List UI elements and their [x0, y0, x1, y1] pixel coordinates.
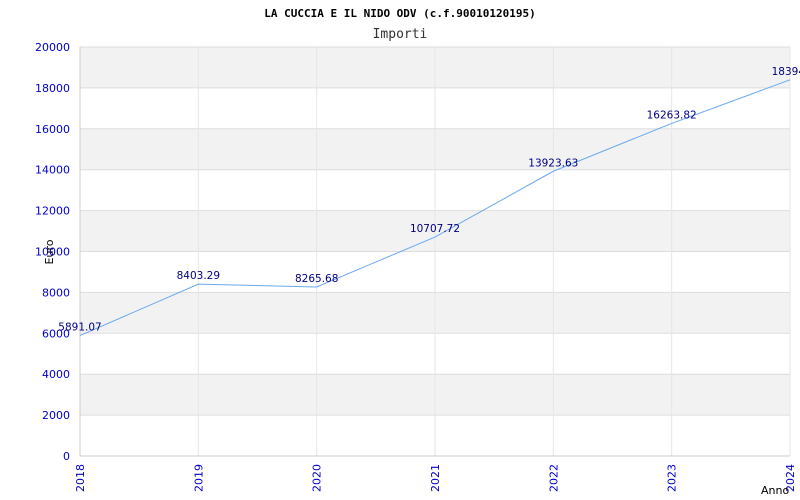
data-label: 5891.07 — [58, 322, 101, 334]
data-label: 13923.63 — [528, 157, 578, 169]
y-tick-label: 2000 — [42, 409, 70, 422]
y-tick-label: 16000 — [35, 123, 70, 136]
data-label: 16263.82 — [647, 109, 697, 121]
x-tick-labels: 2018 2019 2020 2021 2022 2023 2024 — [74, 464, 797, 492]
data-label: 8403.29 — [177, 270, 220, 282]
x-tick-label: 2023 — [666, 464, 679, 492]
y-tick-label: 0 — [63, 450, 70, 463]
line-chart: 0200040006000800010000120001400016000180… — [35, 7, 800, 497]
x-tick-label: 2019 — [192, 464, 205, 492]
x-tick-label: 2022 — [547, 464, 560, 492]
y-axis-label: Euro — [43, 239, 56, 264]
y-tick-label: 14000 — [35, 164, 70, 177]
data-label: 10707.72 — [410, 223, 460, 235]
x-tick-label: 2020 — [311, 464, 324, 492]
y-tick-label: 12000 — [35, 205, 70, 218]
y-tick-label: 4000 — [42, 368, 70, 381]
y-tick-label: 18000 — [35, 82, 70, 95]
y-tick-label: 8000 — [42, 286, 70, 299]
x-tick-label: 2018 — [74, 464, 87, 492]
chart-subtitle: Importi — [373, 27, 428, 42]
data-label: 18394. — [772, 66, 800, 78]
x-tick-label: 2021 — [429, 464, 442, 492]
y-tick-label: 20000 — [35, 41, 70, 54]
data-label: 8265.68 — [295, 273, 338, 285]
x-axis-label: Anno — [761, 484, 789, 497]
chart-title: LA CUCCIA E IL NIDO ODV (c.f.90010120195… — [264, 7, 536, 20]
